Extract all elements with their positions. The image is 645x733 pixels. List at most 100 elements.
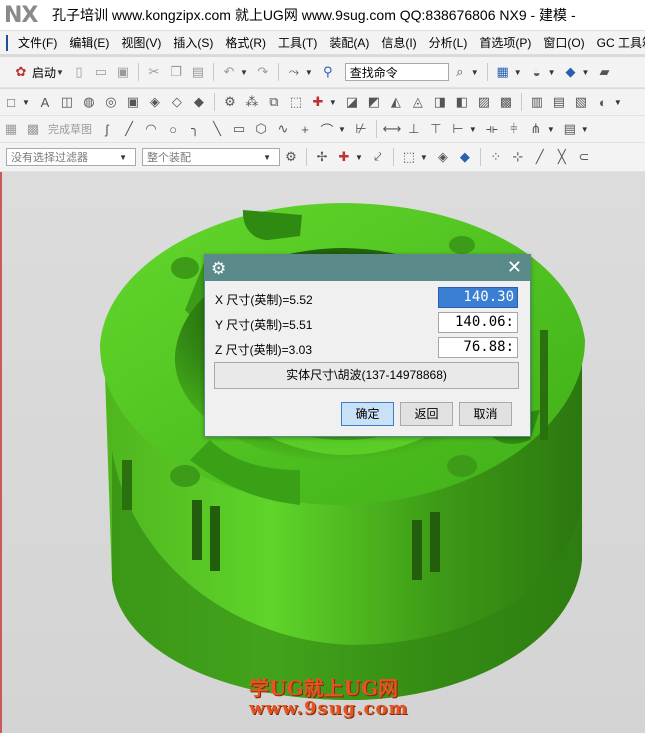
curve-rule-icon[interactable]: ⤦ [370, 149, 386, 165]
boss-icon[interactable]: ▣ [125, 94, 141, 110]
spline-icon[interactable]: ∿ [275, 121, 291, 137]
close-icon[interactable]: ✕ [507, 257, 522, 278]
block-icon[interactable]: ▥ [529, 94, 545, 110]
rectangle-icon[interactable]: ▭ [231, 121, 247, 137]
x-dimension-field[interactable]: 140.30 [438, 287, 518, 308]
revolve-icon[interactable]: ◍ [81, 94, 97, 110]
make-symmetric-icon[interactable]: ⫩ [506, 121, 522, 137]
sphere-icon[interactable]: ◐ [595, 94, 611, 110]
search-icon[interactable]: ⌕ [452, 64, 468, 80]
mirror-curve-icon[interactable]: ⟛ [484, 121, 500, 137]
dimension-icon[interactable]: ⟷ [383, 121, 402, 137]
snap-point-icon[interactable]: ✢ [314, 149, 330, 165]
datum-point-icon[interactable]: ✚ [310, 94, 326, 110]
shading-icon[interactable]: ◒ [529, 64, 545, 80]
menu-view[interactable]: 视图(V) [115, 34, 167, 51]
menu-gc-toolbox[interactable]: GC 工具箱 [591, 34, 645, 51]
command-search-input[interactable]: 查找命令 [344, 63, 449, 81]
chevron-down-icon[interactable]: ▼ [582, 68, 590, 77]
rectangle-select-icon[interactable]: ⬚ [401, 149, 417, 165]
menu-assembly[interactable]: 装配(A) [323, 34, 375, 51]
point-constructor-icon[interactable]: ✚ [336, 149, 352, 165]
control-point-snap-icon[interactable]: ╱ [532, 149, 548, 165]
finish-sketch-icon[interactable]: ▩ [25, 121, 41, 137]
z-dimension-field[interactable]: 76.88: [438, 337, 518, 358]
copy-icon[interactable]: ❐ [168, 64, 184, 80]
open-folder-icon[interactable]: ▭ [93, 64, 109, 80]
app-menu-icon[interactable] [6, 34, 8, 51]
geometric-constraint-icon[interactable]: ⊥ [406, 121, 422, 137]
pad-icon[interactable]: ◇ [169, 94, 185, 110]
circle-icon[interactable]: ○ [165, 121, 181, 137]
chevron-down-icon[interactable]: ▼ [469, 125, 477, 134]
menu-window[interactable]: 窗口(O) [537, 34, 590, 51]
profile-icon[interactable]: ʃ [99, 121, 115, 137]
undo-icon[interactable]: ↶ [221, 64, 237, 80]
chevron-down-icon[interactable]: ▼ [547, 125, 555, 134]
convert-reference-icon[interactable]: ⋔ [528, 121, 544, 137]
intersection-snap-icon[interactable]: ╳ [554, 149, 570, 165]
menu-info[interactable]: 信息(I) [375, 34, 422, 51]
new-file-icon[interactable]: ▯ [71, 64, 87, 80]
chevron-down-icon[interactable]: ▼ [22, 98, 30, 107]
point-icon[interactable]: + [297, 121, 313, 137]
edge-blend-icon[interactable]: ◩ [366, 94, 382, 110]
chamfer-icon[interactable]: ◪ [344, 94, 360, 110]
endpoint-snap-icon[interactable]: ⁘ [488, 149, 504, 165]
menu-analysis[interactable]: 分析(L) [423, 34, 474, 51]
animate-dimension-icon[interactable]: ▤ [562, 121, 578, 137]
sketch-icon[interactable]: □ [3, 94, 19, 110]
cone-icon[interactable]: ▧ [573, 94, 589, 110]
window-layout-icon[interactable]: ▦ [495, 64, 511, 80]
scale-body-icon[interactable]: ▩ [498, 94, 514, 110]
y-dimension-field[interactable]: 140.06: [438, 312, 518, 333]
datum-plane-icon[interactable]: ⬚ [288, 94, 304, 110]
auto-constraint-icon[interactable]: ⊤ [428, 121, 444, 137]
cube-view-icon[interactable]: ◆ [563, 64, 579, 80]
polygon-icon[interactable]: ⬡ [253, 121, 269, 137]
start-button[interactable]: ✿ 启动 ▼ [10, 64, 68, 81]
midpoint-snap-icon[interactable]: ⊹ [510, 149, 526, 165]
repeat-command-icon[interactable]: ⤳ [286, 64, 302, 80]
arc-icon[interactable]: ◠ [143, 121, 159, 137]
extrude-icon[interactable]: ◫ [59, 94, 75, 110]
finish-sketch-label[interactable]: 完成草图 [48, 121, 92, 137]
chevron-down-icon[interactable]: ▼ [614, 98, 622, 107]
face-select-icon[interactable]: ◈ [435, 149, 451, 165]
menu-file[interactable]: 文件(F) [12, 34, 63, 51]
shell-icon[interactable]: ◬ [410, 94, 426, 110]
menu-format[interactable]: 格式(R) [219, 34, 272, 51]
chevron-down-icon[interactable]: ▼ [581, 125, 589, 134]
paste-icon[interactable]: ▤ [190, 64, 206, 80]
chevron-down-icon[interactable]: ▼ [240, 68, 248, 77]
thread-icon[interactable]: ⚙ [222, 94, 238, 110]
save-icon[interactable]: ▣ [115, 64, 131, 80]
redo-icon[interactable]: ↷ [255, 64, 271, 80]
menu-tools[interactable]: 工具(T) [272, 34, 323, 51]
chevron-down-icon[interactable]: ▼ [514, 68, 522, 77]
line-icon[interactable]: ╱ [121, 121, 137, 137]
chevron-down-icon[interactable]: ▼ [305, 68, 313, 77]
pocket-icon[interactable]: ◈ [147, 94, 163, 110]
menu-insert[interactable]: 插入(S) [167, 34, 219, 51]
trim-body-icon[interactable]: ◨ [432, 94, 448, 110]
command-finder-icon[interactable]: ⚲ [320, 64, 336, 80]
chevron-down-icon[interactable]: ▼ [420, 153, 428, 162]
draft-icon[interactable]: ◭ [388, 94, 404, 110]
chevron-down-icon[interactable]: ▼ [471, 68, 479, 77]
assembly-scope-select[interactable]: 整个装配 ▼ [142, 148, 280, 166]
cylinder-icon[interactable]: ▤ [551, 94, 567, 110]
pattern-icon[interactable]: ⁂ [244, 94, 260, 110]
split-body-icon[interactable]: ◧ [454, 94, 470, 110]
offset-curve-icon[interactable]: ⌒ [319, 121, 335, 138]
cancel-button[interactable]: 取消 [459, 402, 512, 426]
general-selection-icon[interactable]: ⚙ [283, 149, 299, 165]
back-button[interactable]: 返回 [400, 402, 453, 426]
selection-filter-select[interactable]: 没有选择过滤器 ▼ [6, 148, 136, 166]
layer-icon[interactable]: ▰ [596, 64, 612, 80]
offset-face-icon[interactable]: ▨ [476, 94, 492, 110]
body-select-icon[interactable]: ◆ [457, 149, 473, 165]
menu-edit[interactable]: 编辑(E) [63, 34, 115, 51]
arc-center-snap-icon[interactable]: ⊂ [576, 149, 592, 165]
hole-icon[interactable]: ◎ [103, 94, 119, 110]
